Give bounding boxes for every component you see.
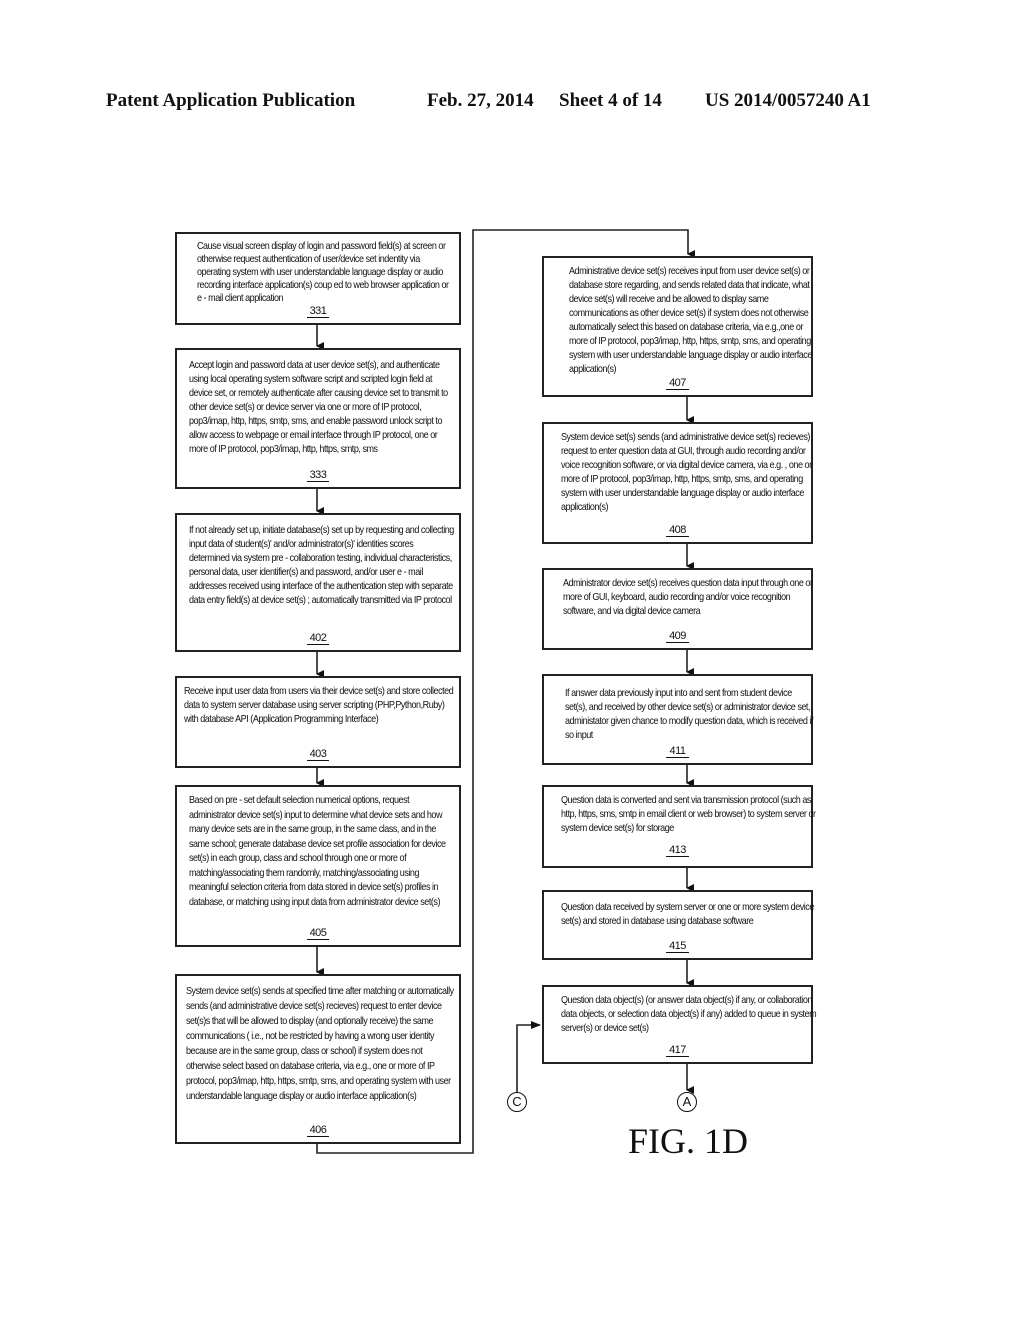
step-text: Cause visual screen display of login and… <box>197 240 449 304</box>
step-ref-number: 407 <box>544 377 811 390</box>
flowchart-step-402: If not already set up, initiate database… <box>175 513 461 652</box>
flowchart-step-403: Receive input user data from users via t… <box>175 676 461 768</box>
offpage-connector-a: A <box>677 1092 697 1112</box>
step-ref-number: 413 <box>544 844 811 857</box>
step-ref-number: 333 <box>177 469 459 482</box>
step-text: If not already set up, initiate database… <box>189 524 454 606</box>
flowchart-step-409: Administrator device set(s) receives que… <box>542 568 813 650</box>
step-ref-number: 415 <box>544 940 811 953</box>
step-text: Receive input user data from users via t… <box>184 685 454 725</box>
step-text: Accept login and password data at user d… <box>189 359 448 455</box>
step-text: Administrator device set(s) receives que… <box>563 577 813 617</box>
step-text: Based on pre - set default selection num… <box>189 794 446 908</box>
arrow-C-417 <box>516 1021 541 1092</box>
flowchart-step-405: Based on pre - set default selection num… <box>175 785 461 947</box>
flowchart-step-415: Question data received by system server … <box>542 890 814 960</box>
flowchart-step-408: System device set(s) sends (and administ… <box>542 422 813 544</box>
flowchart-step-407: Administrative device set(s) receives in… <box>542 256 813 397</box>
step-ref-number: 331 <box>177 305 459 318</box>
flowchart-step-411: If answer data previously input into and… <box>542 674 813 765</box>
flowchart-step-406: System device set(s) sends at specified … <box>175 974 461 1144</box>
offpage-connector-c: C <box>507 1092 527 1112</box>
flowchart-step-331: Cause visual screen display of login and… <box>175 232 461 325</box>
step-text: System device set(s) sends (and administ… <box>561 431 812 513</box>
figure-label: FIG. 1D <box>628 1121 749 1161</box>
step-text: Question data is converted and sent via … <box>561 794 816 834</box>
flowchart-connectors <box>316 229 695 1154</box>
step-text: Administrative device set(s) receives in… <box>569 265 812 375</box>
step-text: System device set(s) sends at specified … <box>186 985 454 1102</box>
step-ref-number: 417 <box>544 1044 811 1057</box>
step-ref-number: 411 <box>544 745 811 758</box>
step-ref-number: 402 <box>177 632 459 645</box>
step-ref-number: 409 <box>544 630 811 643</box>
step-text: If answer data previously input into and… <box>565 687 814 741</box>
flowchart-step-413: Question data is converted and sent via … <box>542 785 816 868</box>
step-ref-number: 405 <box>177 927 459 940</box>
step-ref-number: 408 <box>544 524 811 537</box>
step-text: Question data object(s) (or answer data … <box>561 994 817 1034</box>
flowchart-step-333: Accept login and password data at user d… <box>175 348 461 489</box>
step-ref-number: 406 <box>177 1124 459 1137</box>
flowchart-step-417: Question data object(s) (or answer data … <box>542 985 817 1064</box>
step-ref-number: 403 <box>177 748 459 761</box>
step-text: Question data received by system server … <box>561 901 814 927</box>
